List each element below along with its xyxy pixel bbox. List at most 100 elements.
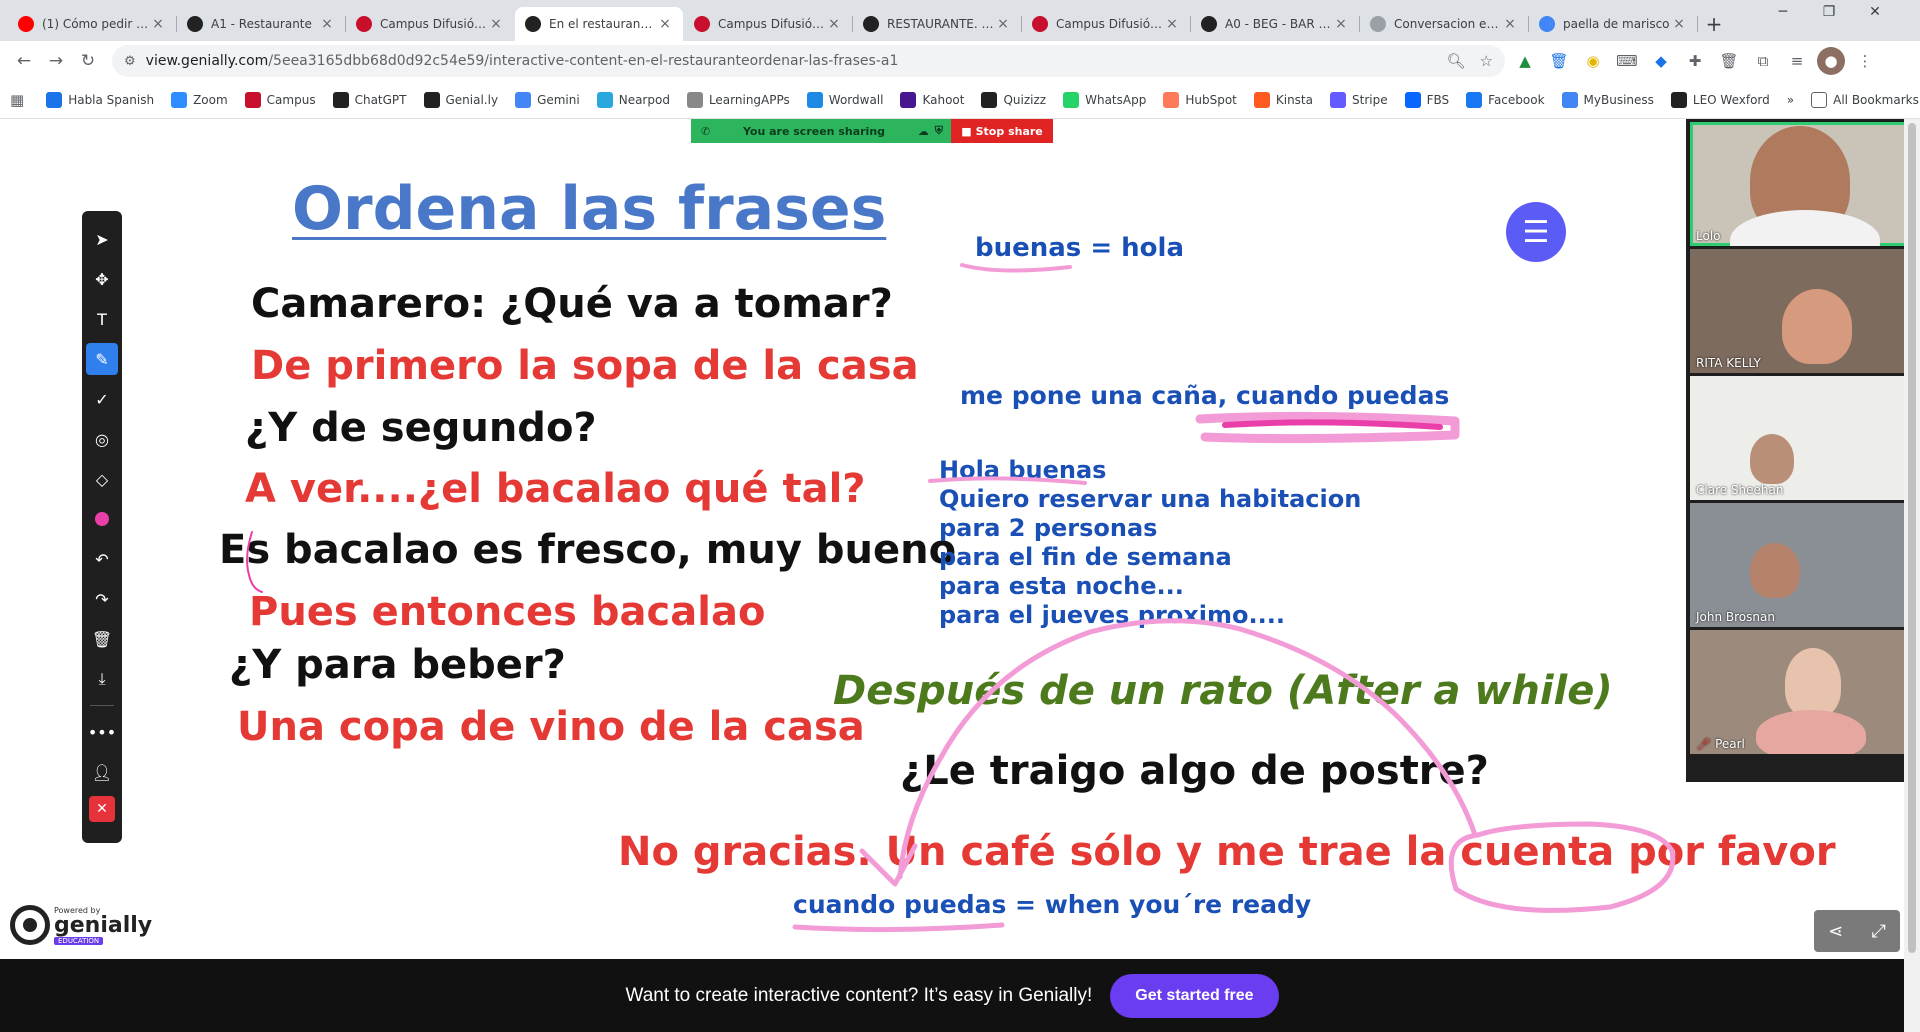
bookmark-item[interactable]: Campus: [244, 91, 316, 108]
bookmark-item[interactable]: Facebook: [1466, 91, 1545, 108]
participant-tile[interactable]: Lolo: [1690, 122, 1914, 246]
address-bar[interactable]: ⚙ view.genially.com/5eea3165dbb68d0d92c5…: [112, 45, 1505, 77]
close-annotation-icon[interactable]: ✕: [89, 796, 115, 822]
redo-icon[interactable]: ↷: [86, 583, 118, 615]
more-dots-icon[interactable]: •••: [86, 716, 118, 748]
browser-tab[interactable]: RESTAURANTE. RE ×: [853, 7, 1022, 41]
forward-icon[interactable]: →: [40, 45, 72, 77]
participant-tile[interactable]: Clare Sheehan: [1690, 376, 1914, 500]
bookmark-item[interactable]: Quizizz: [981, 91, 1046, 108]
bookmark-item[interactable]: Kinsta: [1253, 91, 1313, 108]
profile-avatar[interactable]: ●: [1817, 47, 1845, 75]
phrase-5[interactable]: Es bacalao es fresco, muy bueno: [219, 527, 956, 573]
bookmark-item[interactable]: ChatGPT: [332, 91, 407, 108]
all-bookmarks-button[interactable]: All Bookmarks: [1811, 91, 1919, 108]
tab-close-icon[interactable]: ×: [150, 16, 166, 32]
tab-close-icon[interactable]: ×: [826, 16, 842, 32]
clear-trash-icon[interactable]: 🗑︎: [86, 623, 118, 655]
user-settings-icon[interactable]: 👤︎: [86, 756, 118, 788]
tab-close-icon[interactable]: ×: [1333, 16, 1349, 32]
browser-tab[interactable]: A0 - BEG - BAR - C ×: [1191, 7, 1360, 41]
browser-tab[interactable]: Campus Difusión | ×: [1022, 7, 1191, 41]
browser-tab[interactable]: paella de marisco ×: [1529, 7, 1698, 41]
participant-tile[interactable]: RITA KELLY: [1690, 249, 1914, 373]
bookmark-item[interactable]: LEO Wexford: [1670, 91, 1770, 108]
close-window-icon[interactable]: ✕: [1852, 4, 1898, 20]
back-icon[interactable]: ←: [8, 45, 40, 77]
save-download-icon[interactable]: ⤓: [86, 663, 118, 695]
tab-close-icon[interactable]: ×: [1164, 16, 1180, 32]
new-tab-button[interactable]: +: [1698, 7, 1730, 41]
bookmark-item[interactable]: Habla Spanish: [46, 91, 154, 108]
site-info-icon[interactable]: ⚙: [124, 54, 136, 69]
page-scrollbar[interactable]: [1904, 119, 1920, 1032]
browser-tab[interactable]: Conversacion en e ×: [1360, 7, 1529, 41]
tab-close-icon[interactable]: ×: [995, 16, 1011, 32]
bookmark-item[interactable]: Kahoot: [900, 91, 964, 108]
browser-tab[interactable]: Campus Difusión | ×: [684, 7, 853, 41]
phrase-4[interactable]: A ver....¿el bacalao qué tal?: [245, 466, 866, 512]
browser-tab[interactable]: Campus Difusión | ×: [346, 7, 514, 41]
bookmark-item[interactable]: MyBusiness: [1561, 91, 1654, 108]
minimize-icon[interactable]: ─: [1760, 4, 1806, 20]
spotlight-icon[interactable]: ◎: [86, 423, 118, 455]
delete-icon[interactable]: 🗑︎: [1715, 47, 1743, 75]
scrollbar-thumb[interactable]: [1908, 123, 1916, 953]
reload-icon[interactable]: ↻: [72, 45, 104, 77]
tag-extension-icon[interactable]: ◆: [1647, 47, 1675, 75]
phrase-2[interactable]: De primero la sopa de la casa: [251, 343, 919, 389]
browser-tab[interactable]: (1) Cómo pedir en ×: [8, 7, 177, 41]
fullscreen-icon[interactable]: ⤢: [1871, 921, 1885, 942]
media-queue-icon[interactable]: ≡: [1783, 47, 1811, 75]
phrase-6[interactable]: Pues entonces bacalao: [249, 589, 765, 635]
browser-tab[interactable]: A1 - Restaurante ×: [177, 7, 346, 41]
extensions-puzzle-icon[interactable]: ✚: [1681, 47, 1709, 75]
bookmark-item[interactable]: Stripe: [1330, 91, 1388, 108]
phrase-7[interactable]: ¿Y para beber?: [229, 642, 566, 688]
bookmark-star-icon[interactable]: ☆: [1480, 52, 1493, 70]
browser-tab[interactable]: En el restaurante/c ×: [515, 7, 683, 41]
bookmark-item[interactable]: Genial.ly: [423, 91, 498, 108]
phrase-1[interactable]: Camarero: ¿Qué va a tomar?: [251, 281, 893, 327]
restore-icon[interactable]: ❐: [1806, 4, 1852, 20]
text-tool-icon[interactable]: T: [86, 303, 118, 335]
bookmark-item[interactable]: HubSpot: [1163, 91, 1237, 108]
phrase-8[interactable]: Una copa de vino de la casa: [237, 704, 865, 750]
get-started-button[interactable]: Get started free: [1110, 973, 1279, 1018]
share-icon[interactable]: ⋖: [1828, 921, 1843, 942]
menu-hamburger-icon[interactable]: ☰: [1506, 202, 1566, 262]
color-picker-dot[interactable]: [86, 503, 118, 535]
genially-logo[interactable]: Powered by genially EDUCATION: [10, 905, 152, 945]
drive-extension-icon[interactable]: ▲: [1511, 47, 1539, 75]
participant-tile[interactable]: John Brosnan: [1690, 503, 1914, 627]
participant-tile[interactable]: 🎤︎ Pearl: [1690, 630, 1914, 754]
screencast-extension-icon[interactable]: ◉: [1579, 47, 1607, 75]
eraser-icon[interactable]: ◇: [86, 463, 118, 495]
kebab-menu-icon[interactable]: ⋮: [1851, 47, 1879, 75]
pen-tool-icon[interactable]: ✎: [86, 343, 118, 375]
bookmark-item[interactable]: Nearpod: [596, 91, 670, 108]
bookmarks-overflow-icon[interactable]: »: [1787, 93, 1794, 107]
stamp-check-icon[interactable]: ✓: [86, 383, 118, 415]
tab-close-icon[interactable]: ×: [488, 16, 504, 32]
tab-close-icon[interactable]: ×: [657, 16, 673, 32]
code-extension-icon[interactable]: ⌨: [1613, 47, 1641, 75]
move-arrows-icon[interactable]: ✥: [86, 263, 118, 295]
zoom-lens-icon[interactable]: 🔍︎: [1447, 52, 1466, 70]
bookmark-item[interactable]: LearningAPPs: [686, 91, 790, 108]
undo-icon[interactable]: ↶: [86, 543, 118, 575]
phrase-3[interactable]: ¿Y de segundo?: [245, 405, 597, 451]
apps-grid-icon[interactable]: ▦: [10, 91, 24, 109]
tab-close-icon[interactable]: ×: [319, 16, 335, 32]
select-pointer-icon[interactable]: ➤: [86, 223, 118, 255]
tab-close-icon[interactable]: ×: [1671, 16, 1687, 32]
bookmark-item[interactable]: WhatsApp: [1063, 91, 1146, 108]
trash-extension-icon[interactable]: 🗑︎: [1545, 47, 1573, 75]
bookmark-item[interactable]: FBS: [1404, 91, 1449, 108]
bookmark-item[interactable]: Wordwall: [806, 91, 883, 108]
bookmark-item[interactable]: Gemini: [515, 91, 580, 108]
stop-share-button[interactable]: ■ Stop share: [951, 119, 1053, 143]
bookmark-item[interactable]: Zoom: [171, 91, 228, 108]
tab-close-icon[interactable]: ×: [1502, 16, 1518, 32]
screenshot-icon[interactable]: ⧉: [1749, 47, 1777, 75]
